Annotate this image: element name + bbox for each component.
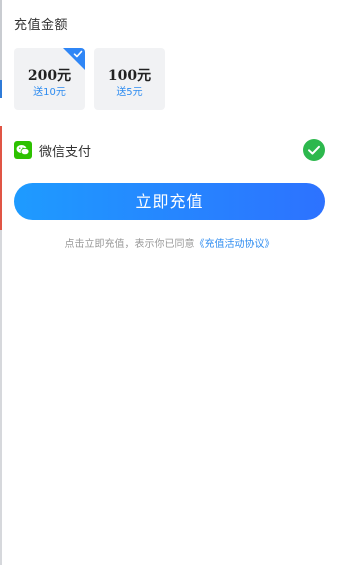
amount-gift: 送10元 [33, 87, 66, 98]
edge-strip-red [0, 126, 2, 230]
check-icon [73, 50, 83, 58]
agreement-text: 点击立即充值，表示你已同意《充值活动协议》 [0, 235, 339, 250]
amount-value: 100元 [107, 68, 152, 84]
payment-label: 微信支付 [39, 145, 92, 160]
edge-strip-gray [0, 0, 2, 80]
amount-gift: 送5元 [116, 87, 143, 98]
edge-strip-gray-lower [0, 230, 2, 565]
section-title: 充值金额 [14, 18, 69, 33]
recharge-button[interactable]: 立即充值 [14, 183, 325, 220]
agreement-prefix: 点击立即充值，表示你已同意 [64, 239, 195, 250]
agreement-link[interactable]: 《充值活动协议》 [195, 239, 275, 250]
wechat-icon [14, 141, 32, 159]
payment-selected-check-icon[interactable] [303, 139, 325, 161]
amount-option-200[interactable]: 200元 送10元 [14, 48, 85, 110]
payment-option-wechat[interactable]: 微信支付 [14, 138, 325, 162]
amount-option-100[interactable]: 100元 送5元 [94, 48, 165, 110]
edge-strip-blue [0, 80, 2, 98]
